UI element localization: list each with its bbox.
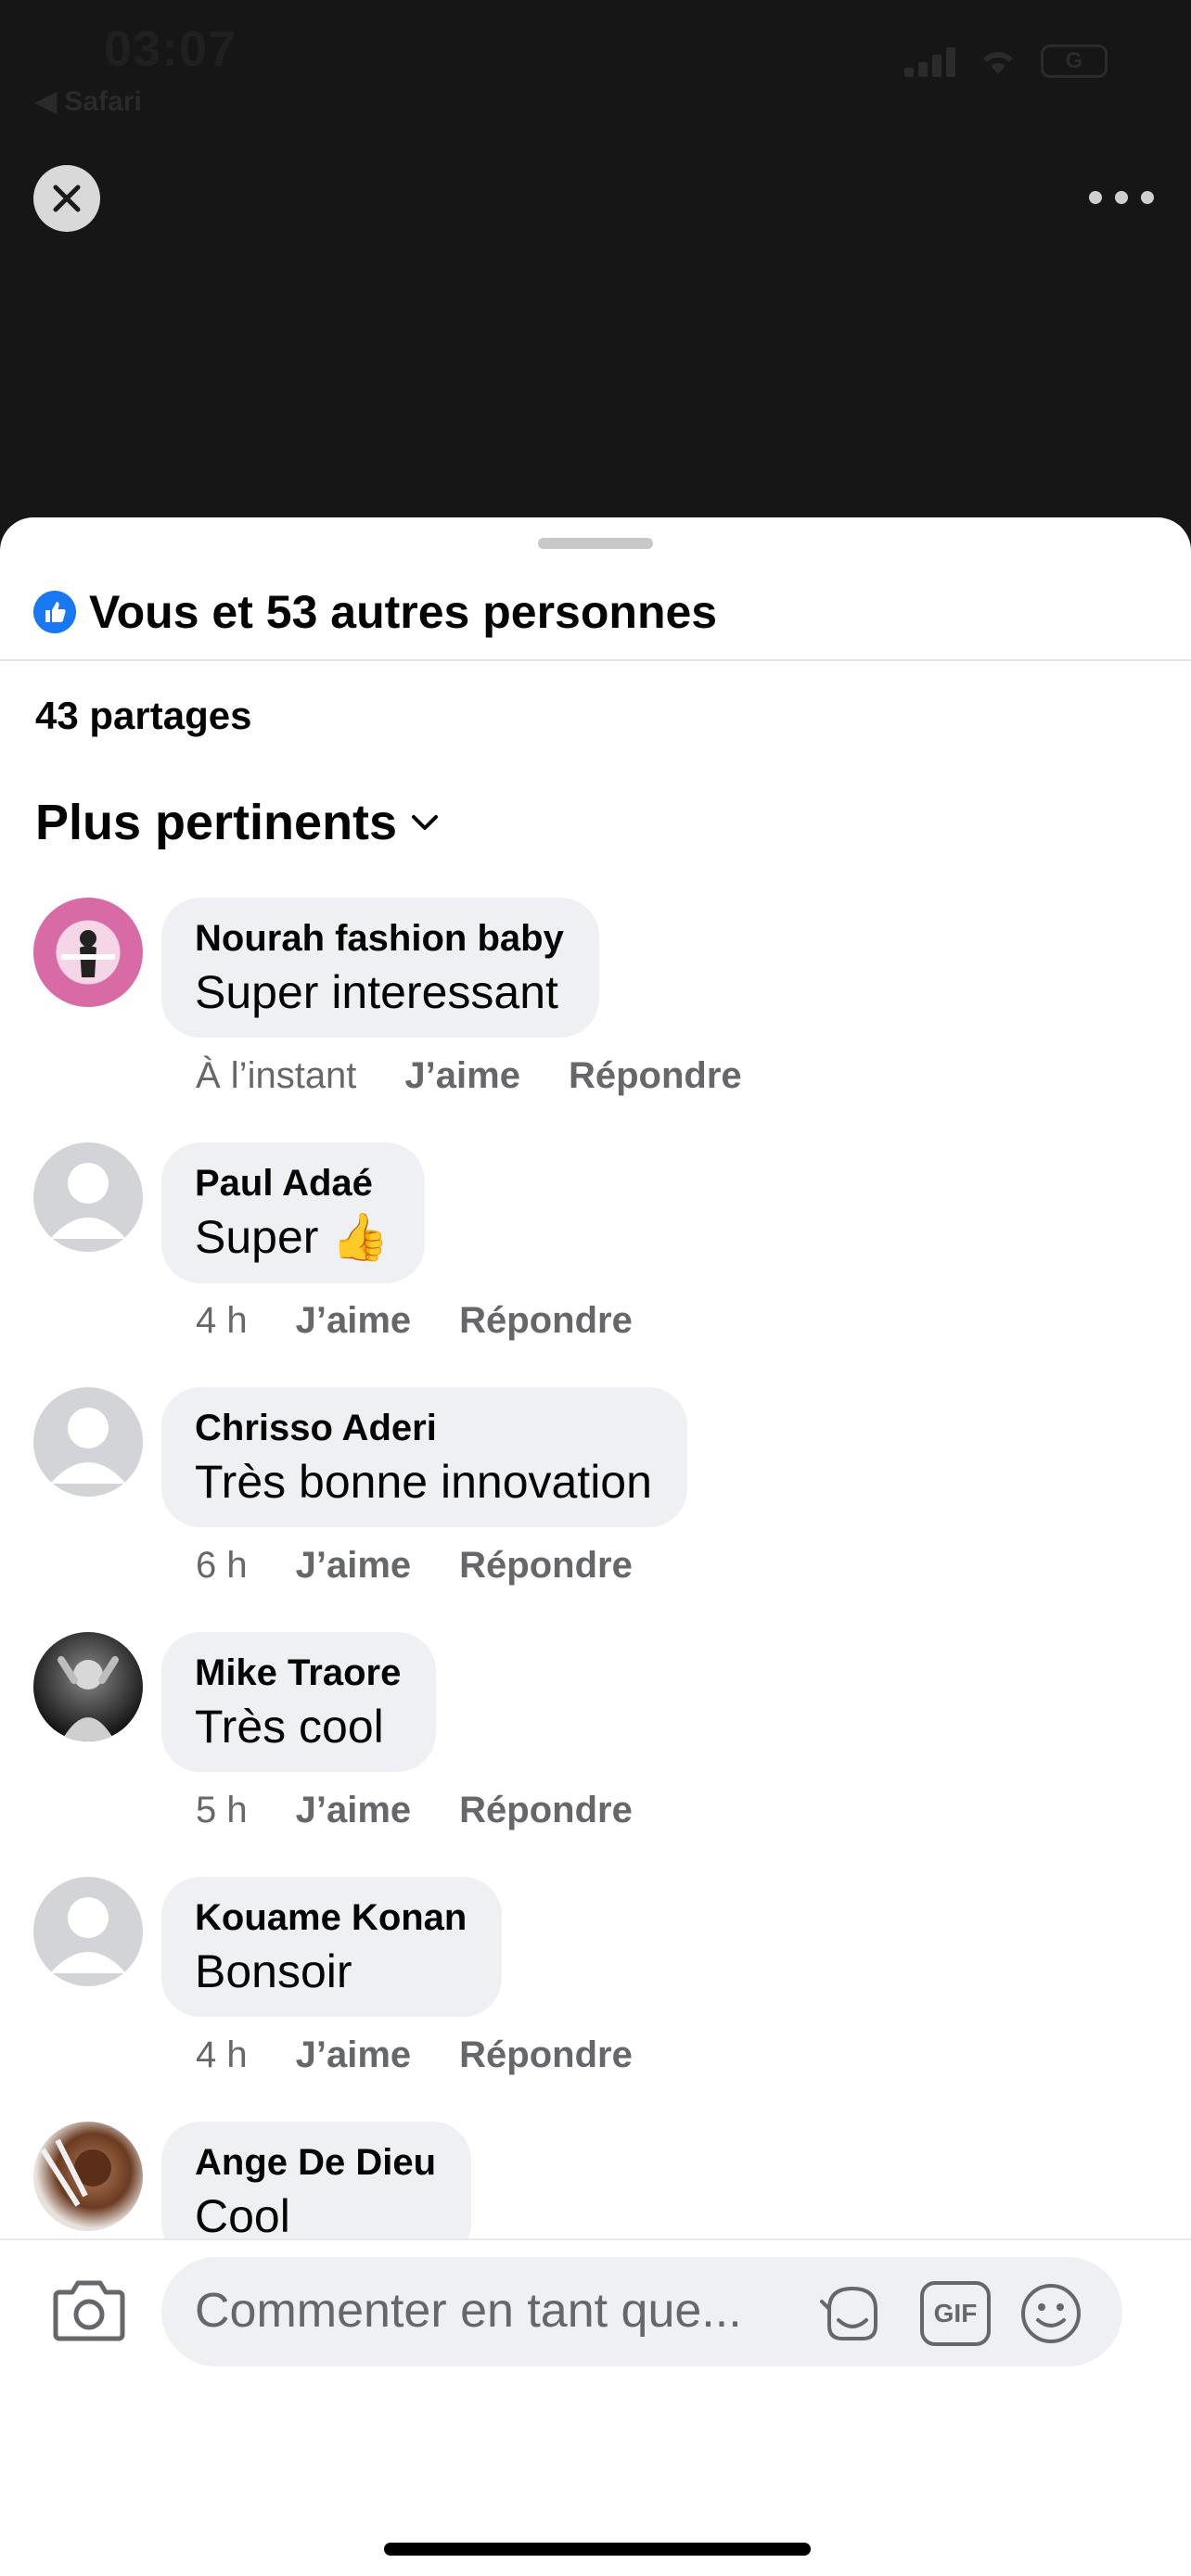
- home-indicator[interactable]: [384, 2543, 811, 2556]
- default-avatar-icon: [50, 1408, 126, 1484]
- avatar-logo-icon: [61, 930, 115, 977]
- like-button[interactable]: J’aime: [296, 1790, 412, 1831]
- comment-actions: 4 h J’aime Répondre: [196, 2034, 633, 2076]
- comment-time: 6 h: [196, 1545, 248, 1586]
- like-button[interactable]: J’aime: [296, 1545, 412, 1587]
- reply-button[interactable]: Répondre: [459, 1545, 633, 1587]
- comment-input-placeholder: Commenter en tant que...: [195, 2284, 742, 2338]
- avatar[interactable]: [33, 1632, 143, 1741]
- comment-time: 5 h: [196, 1790, 248, 1830]
- comment-author[interactable]: Chrisso Aderi: [195, 1408, 652, 1449]
- comment-text: Cool: [195, 2190, 290, 2242]
- like-button[interactable]: J’aime: [404, 1055, 520, 1097]
- comment-bubble[interactable]: Chrisso Aderi Très bonne innovation: [161, 1387, 687, 1527]
- comment-author[interactable]: Mike Traore: [195, 1652, 401, 1694]
- back-to-safari-link[interactable]: ◀ Safari: [35, 85, 142, 118]
- reactions-summary[interactable]: Vous et 53 autres personnes: [33, 575, 717, 649]
- default-avatar-icon: [50, 1163, 126, 1239]
- comments-sheet: Vous et 53 autres personnes 43 partages …: [0, 517, 1191, 2576]
- comment-bubble[interactable]: Paul Adaé Super 👍: [161, 1142, 425, 1283]
- avatar[interactable]: [33, 1877, 143, 1986]
- comment-bubble[interactable]: Mike Traore Très cool: [161, 1632, 437, 1772]
- chevron-down-icon: [412, 815, 439, 830]
- close-icon: [53, 185, 81, 212]
- comment-text: Super interessant: [195, 966, 558, 1018]
- comment-text: Bonsoir: [195, 1945, 352, 1997]
- comment-actions: 5 h J’aime Répondre: [196, 1790, 633, 1831]
- comment-time: À l’instant: [196, 1055, 357, 1096]
- comment-author[interactable]: Kouame Konan: [195, 1897, 467, 1939]
- comment-author[interactable]: Paul Adaé: [195, 1163, 390, 1205]
- wifi-icon: [983, 52, 1013, 74]
- close-button[interactable]: [33, 165, 100, 232]
- battery-icon: G: [1041, 45, 1108, 78]
- comment-bubble[interactable]: Nourah fashion baby Super interessant: [161, 898, 599, 1038]
- avatar-photo-icon: [40, 2138, 111, 2207]
- avatar[interactable]: [33, 1142, 143, 1252]
- status-bar: 03:07 ◀ Safari G: [0, 0, 1191, 139]
- signal-icon: [904, 45, 955, 77]
- sheet-grabber[interactable]: [538, 538, 653, 549]
- avatar[interactable]: [33, 898, 143, 1007]
- reply-button[interactable]: Répondre: [569, 1055, 742, 1097]
- shares-count[interactable]: 43 partages: [35, 694, 251, 738]
- default-avatar-icon: [50, 1897, 126, 1973]
- sort-dropdown[interactable]: Plus pertinents: [35, 794, 440, 851]
- reply-button[interactable]: Répondre: [459, 1300, 633, 1342]
- comment-time: 4 h: [196, 1300, 248, 1341]
- like-reaction-icon: [33, 591, 76, 633]
- avatar[interactable]: [33, 2122, 143, 2231]
- more-horizontal-icon: [1089, 191, 1102, 204]
- comment-input[interactable]: Commenter en tant que... GIF: [161, 2257, 1122, 2366]
- sort-label: Plus pertinents: [35, 795, 398, 850]
- comment-actions: 6 h J’aime Répondre: [196, 1545, 633, 1587]
- more-options-button[interactable]: [1089, 181, 1154, 214]
- reactions-text: Vous et 53 autres personnes: [89, 586, 718, 638]
- comment-time: 4 h: [196, 2034, 248, 2075]
- reply-button[interactable]: Répondre: [459, 2034, 633, 2076]
- reply-button[interactable]: Répondre: [459, 1790, 633, 1831]
- comment-bubble[interactable]: Kouame Konan Bonsoir: [161, 1877, 503, 2017]
- comment-composer: Commenter en tant que... GIF: [0, 2238, 1191, 2576]
- gif-button[interactable]: GIF: [920, 2281, 991, 2346]
- comment-author[interactable]: Ange De Dieu: [195, 2142, 436, 2184]
- comment-actions: À l’instant J’aime Répondre: [196, 1055, 742, 1097]
- comment-text: Super 👍: [195, 1211, 390, 1263]
- status-time: 03:07: [104, 21, 237, 77]
- avatar-photo-icon: [58, 1656, 119, 1741]
- status-icons: G: [904, 45, 1108, 78]
- avatar[interactable]: [33, 1387, 143, 1497]
- like-button[interactable]: J’aime: [296, 1300, 412, 1342]
- like-button[interactable]: J’aime: [296, 2034, 412, 2076]
- comment-actions: 4 h J’aime Répondre: [196, 1300, 633, 1342]
- comment-text: Très bonne innovation: [195, 1456, 652, 1508]
- camera-icon[interactable]: [52, 2276, 126, 2342]
- avatar-sticker-icon[interactable]: [820, 2281, 885, 2346]
- comment-author[interactable]: Nourah fashion baby: [195, 918, 564, 960]
- emoji-icon[interactable]: [1018, 2281, 1083, 2346]
- divider: [0, 659, 1191, 661]
- comment-text: Très cool: [195, 1701, 384, 1753]
